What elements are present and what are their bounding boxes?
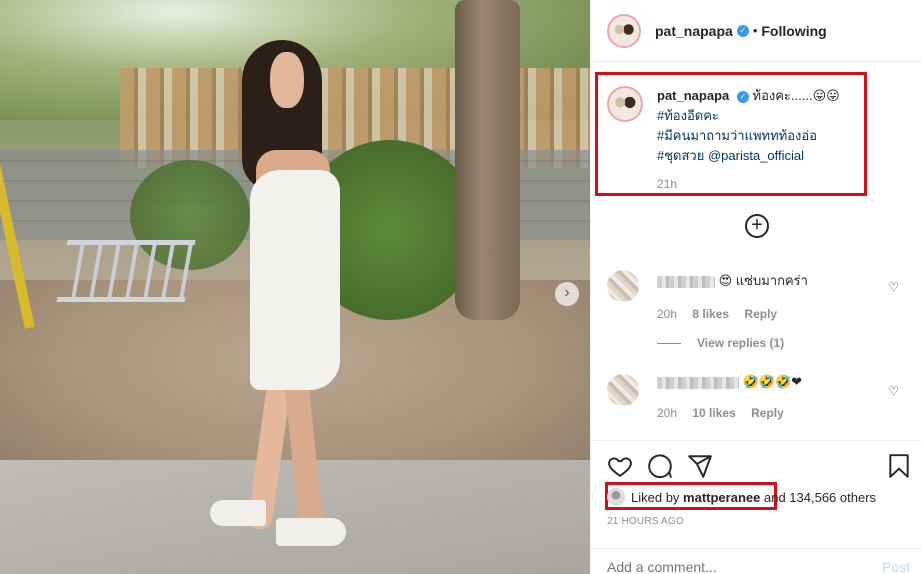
- caption: pat_napapa ✓ ท้องคะ......😛😛 #ท้องอีดคะ #…: [607, 86, 897, 194]
- avatar[interactable]: [607, 86, 643, 122]
- liked-by-user[interactable]: mattperanee: [683, 490, 760, 505]
- following-button[interactable]: Following: [761, 23, 826, 39]
- caption-body: ท้องคะ......: [752, 88, 813, 103]
- mention-link[interactable]: @parista_official: [708, 148, 804, 163]
- comment-body: 🤣🤣🤣❤ 20h 10 likes Reply: [657, 374, 802, 420]
- caption-text: pat_napapa ✓ ท้องคะ......😛😛 #ท้องอีดคะ #…: [657, 86, 840, 194]
- divider-line: [657, 342, 681, 344]
- person-face: [270, 52, 304, 108]
- reply-button[interactable]: Reply: [744, 307, 777, 321]
- person-leg: [283, 369, 325, 541]
- photo-person: [210, 40, 370, 560]
- add-comment-bar: Post: [591, 548, 921, 574]
- comment-username-blurred[interactable]: [657, 275, 715, 288]
- heart-icon[interactable]: [607, 453, 633, 479]
- comment-meta: 20h 10 likes Reply: [657, 406, 802, 420]
- comment-meta: 20h 8 likes Reply: [657, 307, 808, 321]
- person-shoe: [210, 500, 266, 526]
- comment-text: 🤣🤣🤣❤: [742, 374, 803, 389]
- hashtag-link[interactable]: #ชุดสวย: [657, 148, 704, 163]
- comment-icon[interactable]: [647, 453, 673, 479]
- heart-icon[interactable]: ♡: [888, 280, 899, 294]
- view-replies-button[interactable]: View replies (1): [657, 336, 784, 350]
- avatar[interactable]: [607, 488, 625, 506]
- comment-item: 🤣🤣🤣❤ 20h 10 likes Reply: [607, 374, 907, 420]
- verified-icon: ✓: [736, 24, 749, 37]
- post-header: pat_napapa ✓ • Following: [591, 0, 921, 62]
- reply-button[interactable]: Reply: [751, 406, 784, 420]
- liked-by-rest[interactable]: and 134,566 others: [764, 490, 876, 505]
- likes-summary: Liked by mattperanee and 134,566 others: [607, 488, 876, 506]
- caption-emojis: 😛😛: [812, 88, 840, 103]
- photo-ladder: [56, 240, 196, 302]
- person-dress: [250, 170, 340, 390]
- paper-plane-icon[interactable]: [687, 453, 713, 479]
- comment-input[interactable]: [607, 559, 847, 574]
- bookmark-icon[interactable]: [886, 453, 912, 479]
- liked-by-label: Liked by: [631, 489, 680, 505]
- comment-username-blurred[interactable]: [657, 376, 739, 389]
- comment-time[interactable]: 20h: [657, 406, 677, 420]
- post-button[interactable]: Post: [882, 559, 910, 574]
- hashtag-link[interactable]: #ท้องอีดคะ: [657, 108, 719, 123]
- person-shoe: [276, 518, 346, 546]
- instagram-post: › pat_napapa ✓ • Following pat_napapa ✓ …: [0, 0, 921, 574]
- heart-icon[interactable]: ♡: [888, 384, 899, 398]
- view-replies-label: View replies (1): [697, 336, 785, 350]
- avatar[interactable]: [607, 374, 639, 406]
- comment-text: 😍 แซ่บมากคร่า: [718, 273, 808, 288]
- chevron-right-icon[interactable]: ›: [555, 282, 579, 306]
- caption-time[interactable]: 21h: [657, 174, 840, 194]
- comment-time[interactable]: 20h: [657, 307, 677, 321]
- comment-likes[interactable]: 8 likes: [692, 307, 729, 321]
- post-sidebar: pat_napapa ✓ • Following pat_napapa ✓ ท้…: [590, 0, 921, 574]
- plus-circle-icon[interactable]: +: [745, 214, 769, 238]
- comment-body: 😍 แซ่บมากคร่า 20h 8 likes Reply: [657, 270, 808, 321]
- caption-username[interactable]: pat_napapa: [657, 88, 729, 103]
- separator-dot: •: [752, 23, 758, 38]
- hashtag-link[interactable]: #มีคนมาถามว่าแพททท้องอ่อ: [657, 128, 817, 143]
- posted-time[interactable]: 21 HOURS AGO: [607, 516, 684, 527]
- avatar[interactable]: [607, 270, 639, 302]
- verified-icon: ✓: [736, 90, 749, 103]
- header-username[interactable]: pat_napapa: [655, 23, 733, 39]
- avatar[interactable]: [607, 13, 641, 48]
- post-photo[interactable]: ›: [0, 0, 590, 574]
- comment-likes[interactable]: 10 likes: [692, 406, 735, 420]
- photo-tree: [455, 0, 520, 320]
- comment-item: 😍 แซ่บมากคร่า 20h 8 likes Reply: [607, 270, 907, 321]
